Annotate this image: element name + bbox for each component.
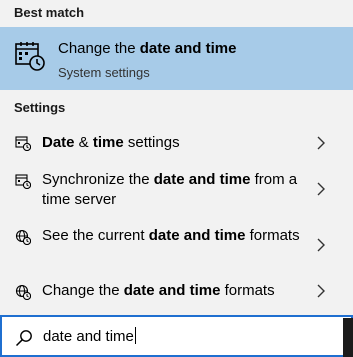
result-label: Date & time settings [42, 134, 180, 151]
chevron-right-icon[interactable] [316, 136, 326, 150]
chevron-right-icon[interactable] [316, 182, 326, 196]
calendar-clock-icon [15, 174, 31, 189]
settings-result-item[interactable]: Date & time settings [0, 128, 353, 158]
settings-result-item[interactable]: Change the date and time formats [0, 276, 353, 306]
search-icon [15, 330, 32, 347]
best-match-result[interactable]: Change the date and time System settings [0, 27, 353, 90]
result-label: Change the date and time formats [42, 282, 275, 299]
result-label: Synchronize the date and time from a tim… [42, 171, 298, 208]
calendar-clock-icon [15, 136, 31, 151]
settings-header: Settings [14, 100, 66, 115]
best-match-subtitle: System settings [58, 65, 150, 80]
chevron-right-icon[interactable] [316, 238, 326, 252]
globe-clock-icon [15, 229, 31, 245]
search-input[interactable]: date and time [43, 327, 136, 345]
globe-clock-icon [15, 284, 31, 300]
chevron-right-icon[interactable] [316, 284, 326, 298]
settings-result-item[interactable]: See the current date and time formats [0, 221, 353, 269]
best-match-header: Best match [14, 5, 85, 20]
taskbar-edge [343, 318, 353, 357]
settings-result-item[interactable]: Synchronize the date and time from a tim… [0, 165, 353, 213]
calendar-clock-icon [15, 42, 45, 71]
text-caret [134, 327, 136, 344]
best-match-title: Change the date and time [58, 40, 237, 57]
search-box[interactable]: date and time [0, 315, 353, 357]
result-label: See the current date and time formats [42, 227, 300, 244]
